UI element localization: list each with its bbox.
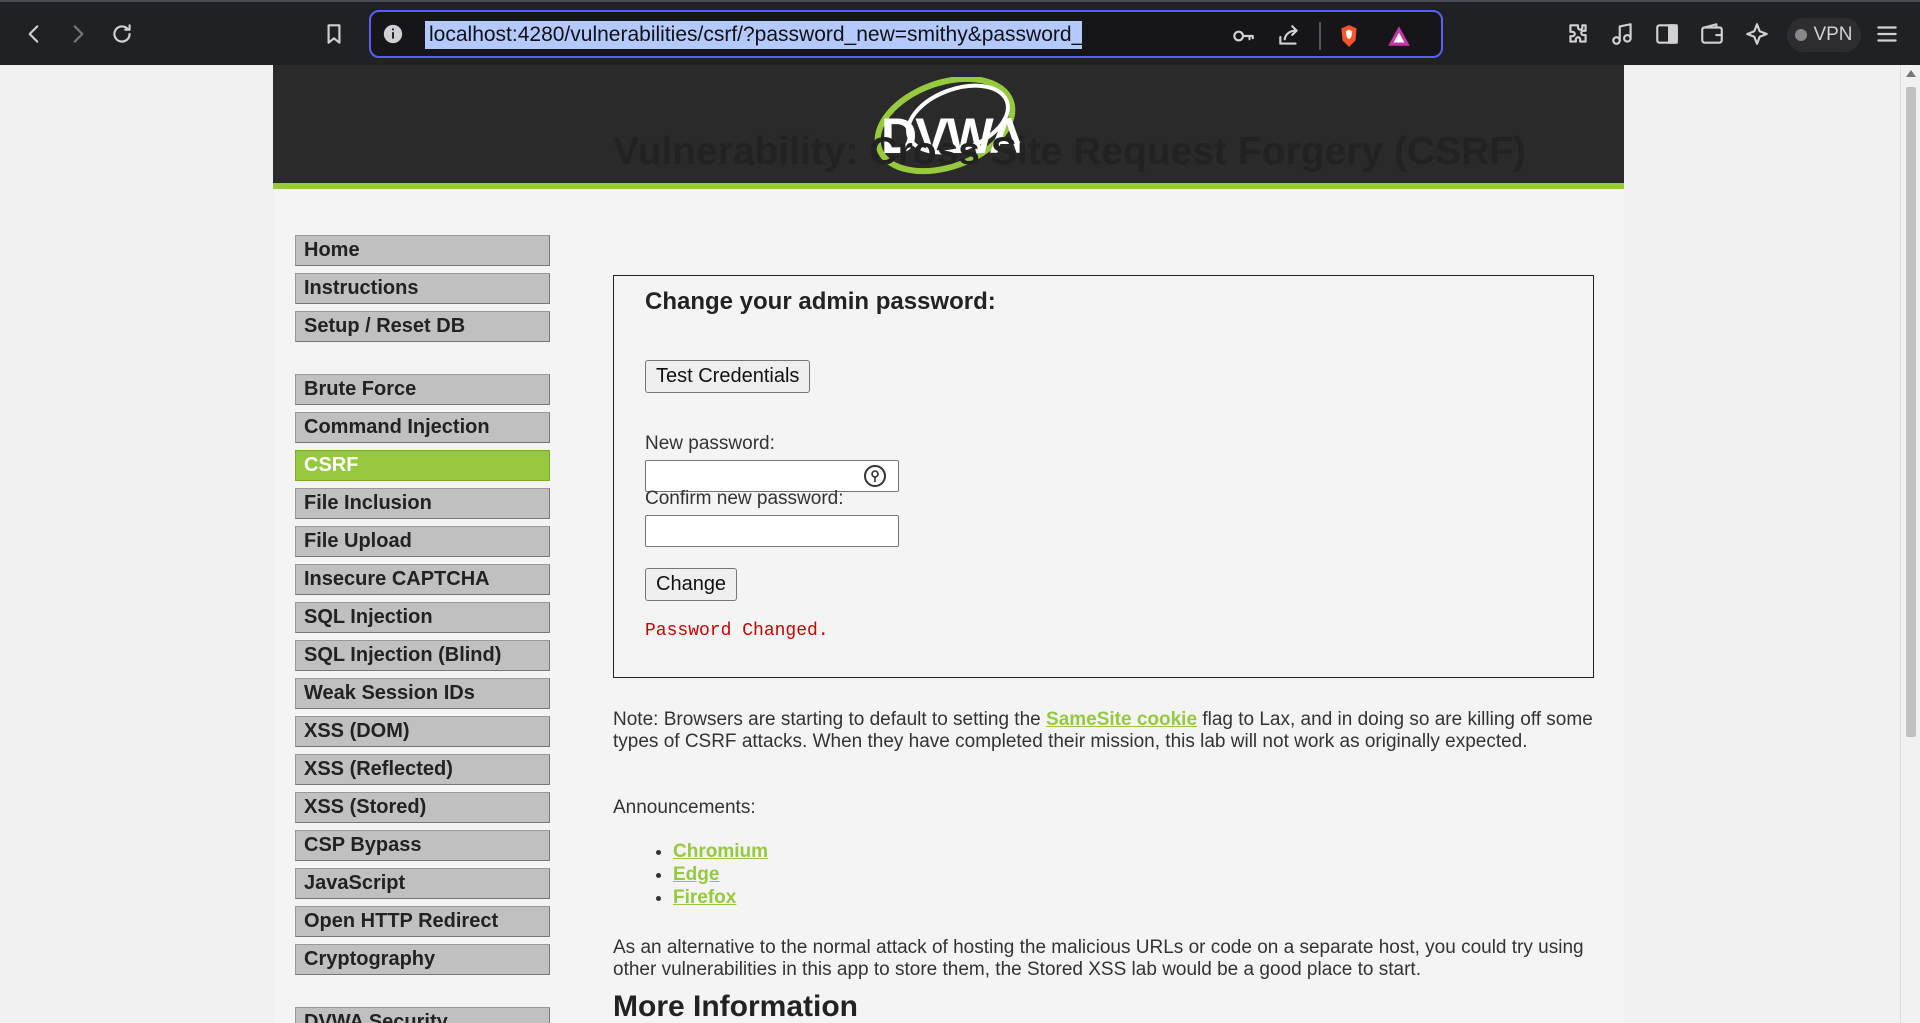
confirm-password-input[interactable]: [645, 515, 899, 547]
scrollbar-thumb[interactable]: [1906, 87, 1916, 737]
alternative-attack-note: As an alternative to the normal attack o…: [613, 937, 1584, 980]
more-information-heading: More Information: [613, 990, 858, 1023]
announcement-link-chromium[interactable]: Chromium: [673, 841, 768, 862]
announcement-item: Firefox: [673, 886, 768, 909]
brave-rewards-icon[interactable]: [1383, 20, 1415, 52]
sidebar-item-cryptography[interactable]: Cryptography: [295, 944, 550, 975]
sidebar-item-file-upload[interactable]: File Upload: [295, 526, 550, 557]
samesite-note: Note: Browsers are starting to default t…: [613, 709, 1593, 753]
bookmark-icon: [327, 24, 341, 44]
page-viewport: DVWA Home Instructions Setup / Reset DB Bru…: [0, 65, 1900, 1023]
sidebar-item-weak-session-ids[interactable]: Weak Session IDs: [295, 678, 550, 709]
sidebar-item-xss-stored[interactable]: XSS (Stored): [295, 792, 550, 823]
sidebar-toggle-button[interactable]: [1647, 14, 1687, 54]
sidebar-item-brute-force[interactable]: Brute Force: [295, 374, 550, 405]
puzzle-icon: [1569, 24, 1587, 43]
sidebar-item-sql-injection-blind[interactable]: SQL Injection (Blind): [295, 640, 550, 671]
csrf-form-box: Change your admin password: Test Credent…: [613, 275, 1594, 678]
samesite-cookie-link[interactable]: SameSite cookie: [1046, 709, 1197, 730]
announcement-item: Edge: [673, 863, 768, 886]
change-button[interactable]: Change: [645, 568, 738, 601]
sidebar-icon: [1656, 24, 1678, 44]
sidebar-item-csp-bypass[interactable]: CSP Bypass: [295, 830, 550, 861]
scroll-up-arrow-icon[interactable]: [1906, 70, 1916, 77]
sidebar-item-xss-dom[interactable]: XSS (DOM): [295, 716, 550, 747]
forward-arrow-icon: [73, 25, 84, 43]
music-note-icon: [1612, 23, 1632, 45]
reload-icon: [113, 24, 131, 43]
page-title: Vulnerability: Cross Site Request Forger…: [613, 130, 1527, 173]
announcement-link-edge[interactable]: Edge: [673, 864, 719, 885]
wallet-button[interactable]: [1692, 14, 1732, 54]
sidebar-item-csrf[interactable]: CSRF: [295, 450, 550, 481]
sidebar-item-instructions[interactable]: Instructions: [295, 273, 550, 304]
url-text[interactable]: localhost:4280/vulnerabilities/csrf/?pas…: [425, 21, 1082, 49]
sidebar-item-file-inclusion[interactable]: File Inclusion: [295, 488, 550, 519]
back-arrow-icon: [28, 25, 39, 43]
new-password-label: New password:: [645, 433, 775, 454]
form-heading: Change your admin password:: [645, 288, 996, 315]
sidebar-item-open-http-redirect[interactable]: Open HTTP Redirect: [295, 906, 550, 937]
main-menu-button[interactable]: [1867, 14, 1907, 54]
sidebar-item-sql-injection[interactable]: SQL Injection: [295, 602, 550, 633]
sidebar-item-insecure-captcha[interactable]: Insecure CAPTCHA: [295, 564, 550, 595]
page-scrollbar[interactable]: [1900, 65, 1920, 1023]
confirm-password-label: Confirm new password:: [645, 488, 844, 509]
forward-button[interactable]: [58, 14, 98, 54]
address-bar[interactable]: localhost:4280/vulnerabilities/csrf/?pas…: [369, 10, 1443, 58]
test-credentials-button[interactable]: Test Credentials: [645, 360, 811, 393]
back-button[interactable]: [14, 14, 54, 54]
brave-shield-icon[interactable]: [1333, 20, 1365, 52]
wallet-icon: [1701, 23, 1723, 44]
sidebar-item-command-injection[interactable]: Command Injection: [295, 412, 550, 443]
media-button[interactable]: [1603, 14, 1643, 54]
sidebar-item-dvwa-security[interactable]: DVWA Security: [295, 1007, 550, 1023]
sparkle-star-icon: [1746, 23, 1768, 45]
bookmark-button[interactable]: [314, 14, 354, 54]
sidebar-item-setup-reset-db[interactable]: Setup / Reset DB: [295, 311, 550, 342]
result-message: Password Changed.: [645, 621, 829, 641]
announcement-item: Chromium: [673, 840, 768, 863]
sidebar-item-home[interactable]: Home: [295, 235, 550, 266]
vpn-button[interactable]: VPN: [1787, 18, 1861, 52]
announcements-list: ChromiumEdgeFirefox: [673, 840, 768, 909]
note-text-start: Note: Browsers are starting to default t…: [613, 709, 1047, 730]
site-info-icon[interactable]: [381, 22, 405, 46]
vpn-status-icon: [1795, 29, 1808, 41]
dvwa-page: DVWA Home Instructions Setup / Reset DB Bru…: [273, 65, 1624, 1023]
password-manager-key-icon[interactable]: [864, 465, 886, 487]
key-icon[interactable]: [1227, 20, 1259, 52]
announcements-label: Announcements:: [613, 797, 756, 818]
hamburger-menu-icon: [1877, 26, 1897, 42]
reload-button[interactable]: [102, 14, 142, 54]
divider: [1319, 22, 1321, 50]
sidebar-item-xss-reflected[interactable]: XSS (Reflected): [295, 754, 550, 785]
extensions-button[interactable]: [1558, 14, 1598, 54]
browser-toolbar: localhost:4280/vulnerabilities/csrf/?pas…: [0, 0, 1920, 65]
announcement-link-firefox[interactable]: Firefox: [673, 887, 736, 908]
sidebar-item-javascript[interactable]: JavaScript: [295, 868, 550, 899]
share-icon[interactable]: [1273, 20, 1305, 52]
vpn-label: VPN: [1813, 24, 1853, 45]
leo-ai-button[interactable]: [1737, 14, 1777, 54]
